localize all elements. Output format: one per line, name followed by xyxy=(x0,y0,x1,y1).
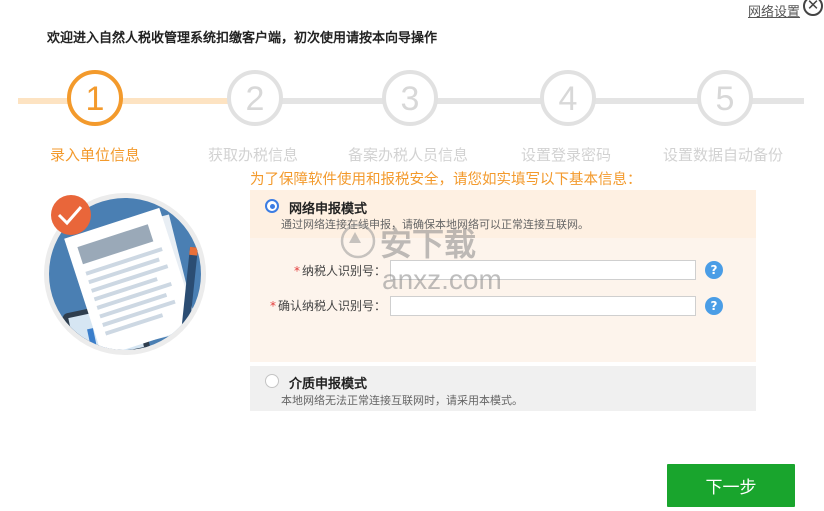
taxpayer-id-help-icon[interactable]: ? xyxy=(705,261,723,279)
step-1-circle: 1 xyxy=(67,70,123,126)
offline-mode-title[interactable]: 介质申报模式 xyxy=(289,373,367,392)
watermark-logo: 安下载 anxz.com xyxy=(340,223,502,295)
wizard-title: 欢迎进入自然人税收管理系统扣缴客户端，初次使用请按本向导操作 xyxy=(47,31,438,46)
step-4-circle: 4 xyxy=(540,70,596,126)
step-3-circle: 3 xyxy=(382,70,438,126)
step-5-circle: 5 xyxy=(697,70,753,126)
network-settings-link[interactable]: 网络设置 xyxy=(748,1,800,20)
confirm-taxpayer-id-help-icon[interactable]: ? xyxy=(705,297,723,315)
form-intro-text: 为了保障软件使用和报税安全，请您如实填写以下基本信息： xyxy=(250,172,642,188)
required-mark: * xyxy=(293,264,300,278)
watermark-url: anxz.com xyxy=(382,264,502,295)
step-2-circle: 2 xyxy=(227,70,283,126)
confirm-taxpayer-id-input[interactable] xyxy=(390,296,696,316)
step-1-label: 录入单位信息 xyxy=(50,146,141,164)
online-mode-radio[interactable] xyxy=(265,199,279,213)
step-5-label: 设置数据自动备份 xyxy=(663,146,784,164)
watermark-name: 安下载 xyxy=(380,225,476,263)
offline-mode-desc: 本地网络无法正常连接互联网时，请采用本模式。 xyxy=(281,394,523,407)
step-3-label: 备案办税人员信息 xyxy=(348,146,469,164)
step-4-label: 设置登录密码 xyxy=(521,146,612,164)
progress-track-done xyxy=(18,98,230,104)
document-illustration xyxy=(44,193,206,355)
next-step-button[interactable]: 下一步 xyxy=(667,464,795,507)
close-icon[interactable]: ✕ xyxy=(803,0,823,16)
step-2-label: 获取办税信息 xyxy=(208,146,299,164)
offline-mode-radio[interactable] xyxy=(265,374,279,388)
confirm-taxpayer-id-label: * 确认纳税人识别号： xyxy=(248,297,386,314)
confirm-taxpayer-id-label-text: 确认纳税人识别号： xyxy=(277,299,386,313)
required-mark: * xyxy=(269,299,276,313)
